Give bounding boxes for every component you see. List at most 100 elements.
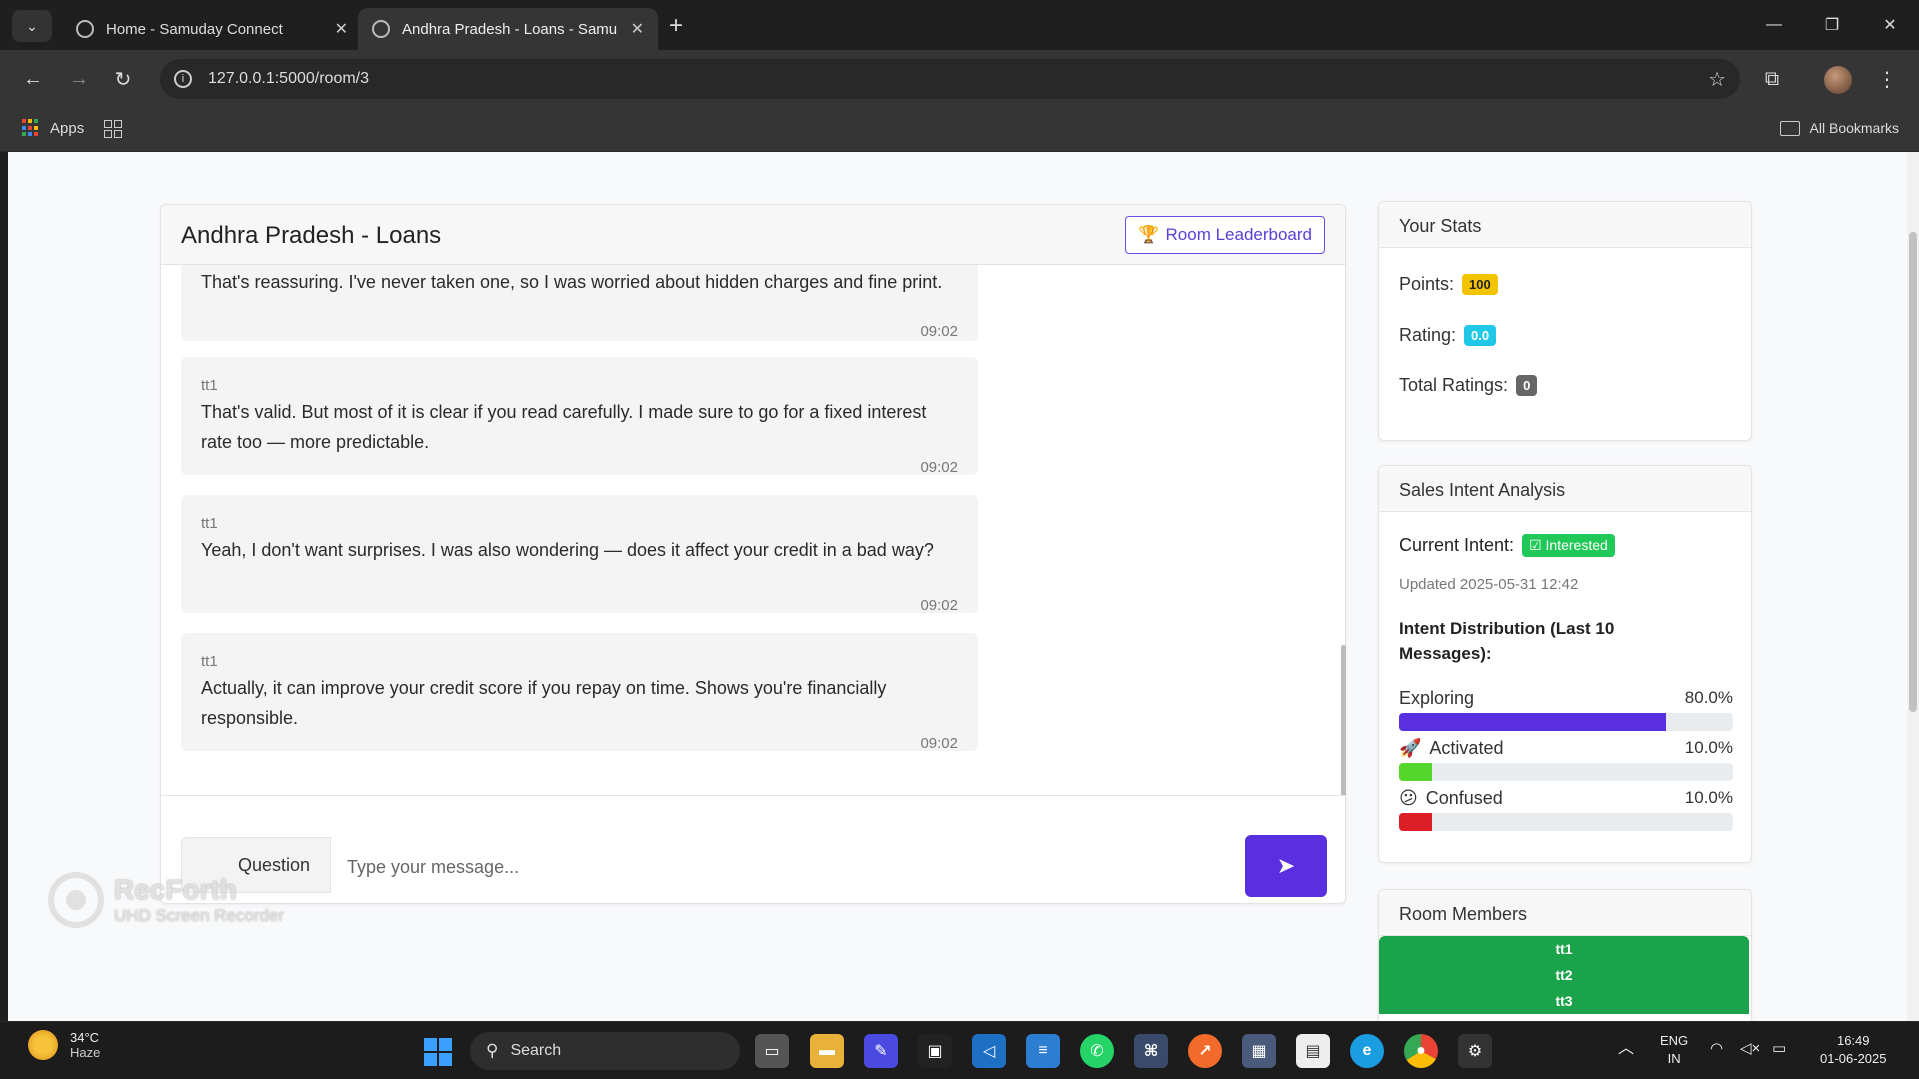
distribution-percent: 10.0% [1684, 738, 1733, 757]
language-primary: ENG [1660, 1033, 1689, 1048]
chevron-down-icon: ⌄ [26, 17, 38, 34]
site-info-icon[interactable]: i [174, 70, 192, 88]
sales-intent-title: Sales Intent Analysis [1379, 466, 1751, 512]
browser-tab-strip: ⌄ Home - Samuday Connect ✕ Andhra Prades… [0, 0, 1919, 50]
calculator-icon[interactable]: ▦ [1242, 1034, 1276, 1068]
browser-toolbar: ← → ↻ i 127.0.0.1:5000/room/3 ☆ ⧉ ⋮ [0, 50, 1919, 108]
check-icon: ☑ [1529, 537, 1546, 553]
windows-taskbar: 34°C Haze ⚲ Search ▭ ▬ ✎ ▣ ◁ ≡ ✆ ⌘ ↗ ▦ ▤… [0, 1021, 1919, 1079]
postman-icon[interactable]: ↗ [1188, 1034, 1222, 1068]
intent-updated: Updated 2025-05-31 12:42 [1399, 576, 1579, 593]
notepad-icon[interactable]: ≡ [1026, 1034, 1060, 1068]
tab-search-button[interactable]: ⌄ [12, 10, 52, 42]
room-leaderboard-button[interactable]: 🏆 Room Leaderboard [1125, 216, 1325, 254]
all-bookmarks[interactable]: All Bookmarks [1779, 120, 1899, 136]
message-input[interactable] [331, 837, 1227, 897]
member-item[interactable]: tt2 [1379, 962, 1749, 988]
weather-widget[interactable]: 34°C Haze [28, 1030, 100, 1060]
volume-icon[interactable]: ◁× [1740, 1040, 1760, 1058]
message-time: 09:02 [920, 323, 958, 340]
back-icon[interactable]: ← [18, 64, 48, 94]
settings-gear-icon[interactable]: ⚙ [1458, 1034, 1492, 1068]
message-bubble: tt1 Actually, it can improve your credit… [181, 633, 978, 752]
all-bookmarks-label: All Bookmarks [1809, 120, 1899, 136]
chat-card: Andhra Pradesh - Loans 🏆 Room Leaderboar… [160, 204, 1347, 904]
message-text: That's valid. But most of it is clear if… [201, 402, 927, 452]
address-bar[interactable]: i 127.0.0.1:5000/room/3 ☆ [160, 59, 1740, 99]
profile-avatar[interactable] [1824, 66, 1852, 94]
apps-label: Apps [50, 119, 85, 137]
edge-icon[interactable]: e [1350, 1034, 1384, 1068]
message-sender: tt1 [201, 377, 218, 394]
clock-time: 16:49 [1836, 1033, 1870, 1048]
scrollbar-thumb[interactable] [1341, 645, 1346, 795]
total-ratings-row: Total Ratings: 0 [1399, 375, 1538, 396]
new-tab-button[interactable]: + [660, 10, 692, 42]
distribution-row-activated: 🚀 Activated 10.0% [1399, 738, 1733, 782]
message-list[interactable]: That's reassuring. I've never taken one,… [161, 265, 1347, 795]
wifi-icon[interactable]: ◠ [1710, 1040, 1723, 1058]
browser-tab-home[interactable]: Home - Samuday Connect ✕ [62, 8, 362, 50]
current-intent-label: Current Intent: [1399, 535, 1515, 555]
room-members-title: Room Members [1379, 890, 1751, 936]
rating-label: Rating: [1399, 325, 1457, 345]
menu-kebab-icon[interactable]: ⋮ [1872, 64, 1902, 94]
trophy-icon: 🏆 [1138, 225, 1160, 244]
page-scrollbar[interactable] [1907, 152, 1919, 1021]
member-item[interactable]: tt3 [1379, 988, 1749, 1014]
file-explorer-icon[interactable]: ▬ [810, 1034, 844, 1068]
code-tool-icon[interactable]: ⌘ [1134, 1034, 1168, 1068]
store-icon[interactable]: ▤ [1296, 1034, 1330, 1068]
stats-card: Your Stats Points: 100 Rating: 0.0 Total… [1378, 201, 1752, 441]
bookmark-apps[interactable]: Apps [22, 119, 84, 137]
send-button[interactable]: ➤ [1245, 835, 1327, 897]
sales-intent-card: Sales Intent Analysis Current Intent: ☑ … [1378, 465, 1752, 863]
windows-start-icon[interactable] [424, 1038, 452, 1066]
editor-app-icon[interactable]: ✎ [864, 1034, 898, 1068]
tray-expand-icon[interactable]: ︿ [1618, 1040, 1634, 1058]
bookmark-star-icon[interactable]: ☆ [1708, 67, 1726, 92]
rating-row: Rating: 0.0 [1399, 325, 1497, 346]
page-title: Andhra Pradesh - Loans [181, 222, 442, 249]
distribution-label: Exploring [1399, 688, 1475, 708]
whatsapp-icon[interactable]: ✆ [1080, 1034, 1114, 1068]
reload-icon[interactable]: ↻ [108, 64, 138, 94]
recorder-logo-icon [48, 872, 104, 928]
terminal-app-icon[interactable]: ▣ [918, 1034, 952, 1068]
leaderboard-label: Room Leaderboard [1165, 225, 1312, 244]
close-tab-icon[interactable]: ✕ [631, 19, 644, 39]
battery-icon[interactable]: ▭ [1772, 1040, 1786, 1058]
message-sender: tt1 [201, 515, 218, 532]
progress-track [1399, 813, 1733, 831]
browser-tab-room[interactable]: Andhra Pradesh - Loans - Samu ✕ [358, 8, 658, 50]
language-indicator[interactable]: ENG IN [1660, 1032, 1688, 1068]
scrollbar-thumb[interactable] [1909, 232, 1917, 712]
taskbar-search-label: Search [510, 1042, 562, 1059]
window-controls: — ❐ ✕ [1745, 0, 1919, 50]
globe-icon [372, 20, 390, 38]
message-time: 09:02 [920, 597, 958, 614]
close-window-icon[interactable]: ✕ [1861, 0, 1919, 50]
bookmarks-bar: Apps All Bookmarks [0, 108, 1919, 152]
restore-icon[interactable]: ❐ [1803, 0, 1861, 50]
task-view-icon[interactable]: ▭ [755, 1034, 789, 1068]
vscode-icon[interactable]: ◁ [972, 1034, 1006, 1068]
forward-icon[interactable]: → [64, 64, 94, 94]
chat-header: Andhra Pradesh - Loans 🏆 Room Leaderboar… [161, 205, 1345, 265]
close-tab-icon[interactable]: ✕ [335, 19, 348, 39]
extensions-icon[interactable]: ⧉ [1757, 64, 1787, 94]
clock-date: 01-06-2025 [1820, 1051, 1887, 1066]
search-icon: ⚲ [486, 1041, 499, 1060]
minimize-icon[interactable]: — [1745, 0, 1803, 50]
chrome-icon[interactable]: ● [1404, 1034, 1438, 1068]
sun-icon [28, 1030, 58, 1060]
message-scrollbar[interactable] [1339, 265, 1347, 795]
tab-groups-icon[interactable] [104, 120, 122, 138]
url-text: 127.0.0.1:5000/room/3 [208, 70, 370, 87]
progress-track [1399, 713, 1733, 731]
current-intent-row: Current Intent: ☑ Interested [1399, 534, 1615, 557]
distribution-row-exploring: Exploring 80.0% [1399, 688, 1733, 732]
member-item[interactable]: tt1 [1379, 936, 1749, 962]
taskbar-search[interactable]: ⚲ Search [470, 1032, 740, 1070]
clock[interactable]: 16:49 01-06-2025 [1820, 1032, 1887, 1068]
